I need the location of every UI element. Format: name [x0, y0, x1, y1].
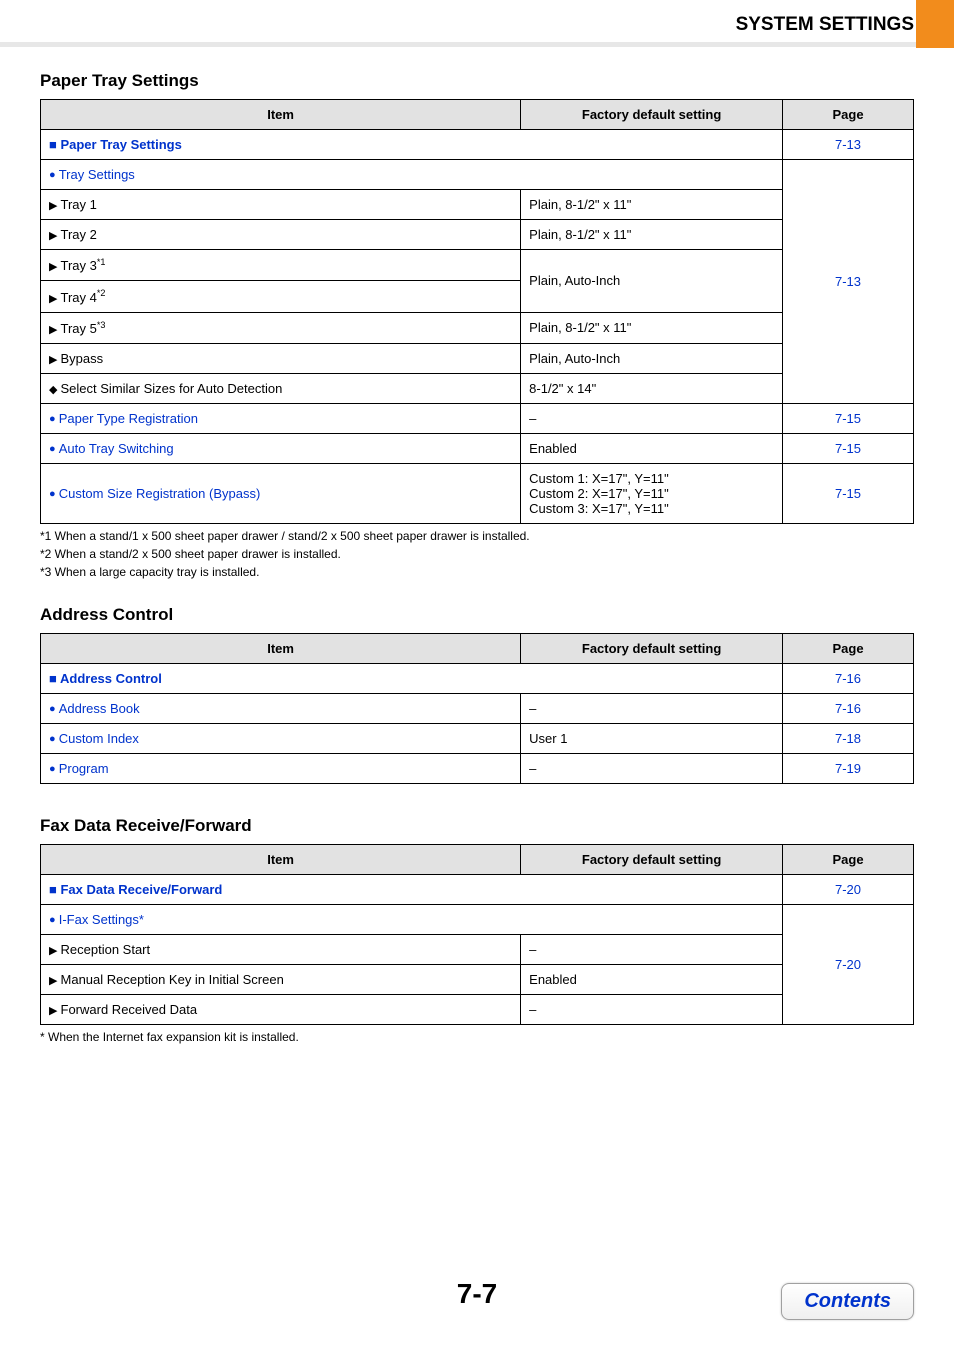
- table-row: Tray Settings 7-13: [41, 160, 914, 190]
- ifax-star: *: [139, 912, 144, 927]
- col-header-page: Page: [783, 633, 914, 663]
- footnote-ref: *3: [97, 320, 106, 330]
- item-custom-size-reg-fds: Custom 1: X=17", Y=11" Custom 2: X=17", …: [521, 463, 783, 523]
- link-custom-size-reg[interactable]: Custom Size Registration (Bypass): [49, 486, 260, 501]
- item-tray2-label: Tray 2: [49, 227, 97, 242]
- item-reception-start-label: Reception Start: [49, 942, 150, 957]
- table-row: Custom Index User 1 7-18: [41, 723, 914, 753]
- col-header-item: Item: [41, 844, 521, 874]
- item-bypass-label: Bypass: [49, 351, 103, 366]
- page-header-title: SYSTEM SETTINGS: [40, 0, 914, 42]
- table-row: I-Fax Settings* 7-20: [41, 904, 914, 934]
- custom-size-line1: Custom 1: X=17", Y=11": [529, 471, 774, 486]
- table-row: Paper Type Registration – 7-15: [41, 403, 914, 433]
- item-program-fds: –: [521, 753, 783, 783]
- custom-size-line2: Custom 2: X=17", Y=11": [529, 486, 774, 501]
- table-row: Address Control 7-16: [41, 663, 914, 693]
- item-select-similar-label: Select Similar Sizes for Auto Detection: [49, 381, 282, 396]
- col-header-fds: Factory default setting: [521, 100, 783, 130]
- page-ref[interactable]: 7-13: [835, 137, 861, 152]
- link-address-book[interactable]: Address Book: [49, 701, 140, 716]
- footnote-1: *1 When a stand/1 x 500 sheet paper draw…: [40, 528, 914, 544]
- section-heading-fax: Fax Data Receive/Forward: [40, 816, 914, 836]
- link-fax-root[interactable]: Fax Data Receive/Forward: [49, 882, 222, 897]
- item-reception-start-fds: –: [521, 934, 783, 964]
- col-header-fds: Factory default setting: [521, 633, 783, 663]
- paper-tray-table: Item Factory default setting Page Paper …: [40, 99, 914, 524]
- item-paper-type-reg-fds: –: [521, 403, 783, 433]
- link-tray-settings[interactable]: Tray Settings: [49, 167, 135, 182]
- footnote-ref: *1: [97, 257, 106, 267]
- item-forward-received-label: Forward Received Data: [49, 1002, 197, 1017]
- item-tray1-label: Tray 1: [49, 197, 97, 212]
- page-ref[interactable]: 7-15: [835, 411, 861, 426]
- item-address-book-fds: –: [521, 693, 783, 723]
- table-row: Address Book – 7-16: [41, 693, 914, 723]
- link-paper-type-reg[interactable]: Paper Type Registration: [49, 411, 198, 426]
- page-ref[interactable]: 7-15: [835, 486, 861, 501]
- table-row: Custom Size Registration (Bypass) Custom…: [41, 463, 914, 523]
- link-address-control[interactable]: Address Control: [49, 671, 162, 686]
- item-tray4-label: Tray 4: [49, 290, 97, 305]
- item-tray5-label: Tray 5: [49, 321, 97, 336]
- table-row: Program – 7-19: [41, 753, 914, 783]
- paper-tray-footnotes: *1 When a stand/1 x 500 sheet paper draw…: [40, 528, 914, 581]
- col-header-page: Page: [783, 844, 914, 874]
- col-header-page: Page: [783, 100, 914, 130]
- fax-table: Item Factory default setting Page Fax Da…: [40, 844, 914, 1025]
- item-tray3-label: Tray 3: [49, 258, 97, 273]
- page-ref[interactable]: 7-18: [835, 731, 861, 746]
- col-header-fds: Factory default setting: [521, 844, 783, 874]
- link-program[interactable]: Program: [49, 761, 109, 776]
- link-auto-tray-switching[interactable]: Auto Tray Switching: [49, 441, 174, 456]
- item-tray1-fds: Plain, 8-1/2" x 11": [521, 190, 783, 220]
- custom-size-line3: Custom 3: X=17", Y=11": [529, 501, 774, 516]
- fax-footnotes: * When the Internet fax expansion kit is…: [40, 1029, 914, 1045]
- section-heading-paper-tray: Paper Tray Settings: [40, 71, 914, 91]
- table-row: Auto Tray Switching Enabled 7-15: [41, 433, 914, 463]
- item-tray34-fds: Plain, Auto-Inch: [521, 250, 783, 313]
- footnote-ref: *2: [97, 288, 106, 298]
- address-control-table: Item Factory default setting Page Addres…: [40, 633, 914, 784]
- page-ref[interactable]: 7-16: [835, 701, 861, 716]
- table-header-row: Item Factory default setting Page: [41, 633, 914, 663]
- link-ifax-settings[interactable]: I-Fax Settings: [49, 912, 139, 927]
- header-rule: [0, 42, 954, 47]
- accent-corner: [916, 0, 954, 48]
- table-header-row: Item Factory default setting Page: [41, 844, 914, 874]
- footnote-3: *3 When a large capacity tray is install…: [40, 564, 914, 580]
- page-ref[interactable]: 7-13: [835, 274, 861, 289]
- item-custom-index-fds: User 1: [521, 723, 783, 753]
- table-row: Paper Tray Settings 7-13: [41, 130, 914, 160]
- table-header-row: Item Factory default setting Page: [41, 100, 914, 130]
- page-ref[interactable]: 7-20: [835, 957, 861, 972]
- item-bypass-fds: Plain, Auto-Inch: [521, 343, 783, 373]
- col-header-item: Item: [41, 100, 521, 130]
- link-paper-tray-settings[interactable]: Paper Tray Settings: [49, 137, 182, 152]
- item-select-similar-fds: 8-1/2" x 14": [521, 373, 783, 403]
- footnote-fax: * When the Internet fax expansion kit is…: [40, 1029, 914, 1045]
- item-tray2-fds: Plain, 8-1/2" x 11": [521, 220, 783, 250]
- contents-button[interactable]: Contents: [781, 1283, 914, 1320]
- item-manual-reception-label: Manual Reception Key in Initial Screen: [49, 972, 284, 987]
- page-ref[interactable]: 7-16: [835, 671, 861, 686]
- item-auto-tray-switching-fds: Enabled: [521, 433, 783, 463]
- page-ref[interactable]: 7-20: [835, 882, 861, 897]
- footnote-2: *2 When a stand/2 x 500 sheet paper draw…: [40, 546, 914, 562]
- section-heading-address-control: Address Control: [40, 605, 914, 625]
- item-manual-reception-fds: Enabled: [521, 964, 783, 994]
- item-tray5-fds: Plain, 8-1/2" x 11": [521, 312, 783, 343]
- table-row: Fax Data Receive/Forward 7-20: [41, 874, 914, 904]
- page-ref[interactable]: 7-19: [835, 761, 861, 776]
- item-forward-received-fds: –: [521, 994, 783, 1024]
- link-custom-index[interactable]: Custom Index: [49, 731, 139, 746]
- col-header-item: Item: [41, 633, 521, 663]
- page-ref[interactable]: 7-15: [835, 441, 861, 456]
